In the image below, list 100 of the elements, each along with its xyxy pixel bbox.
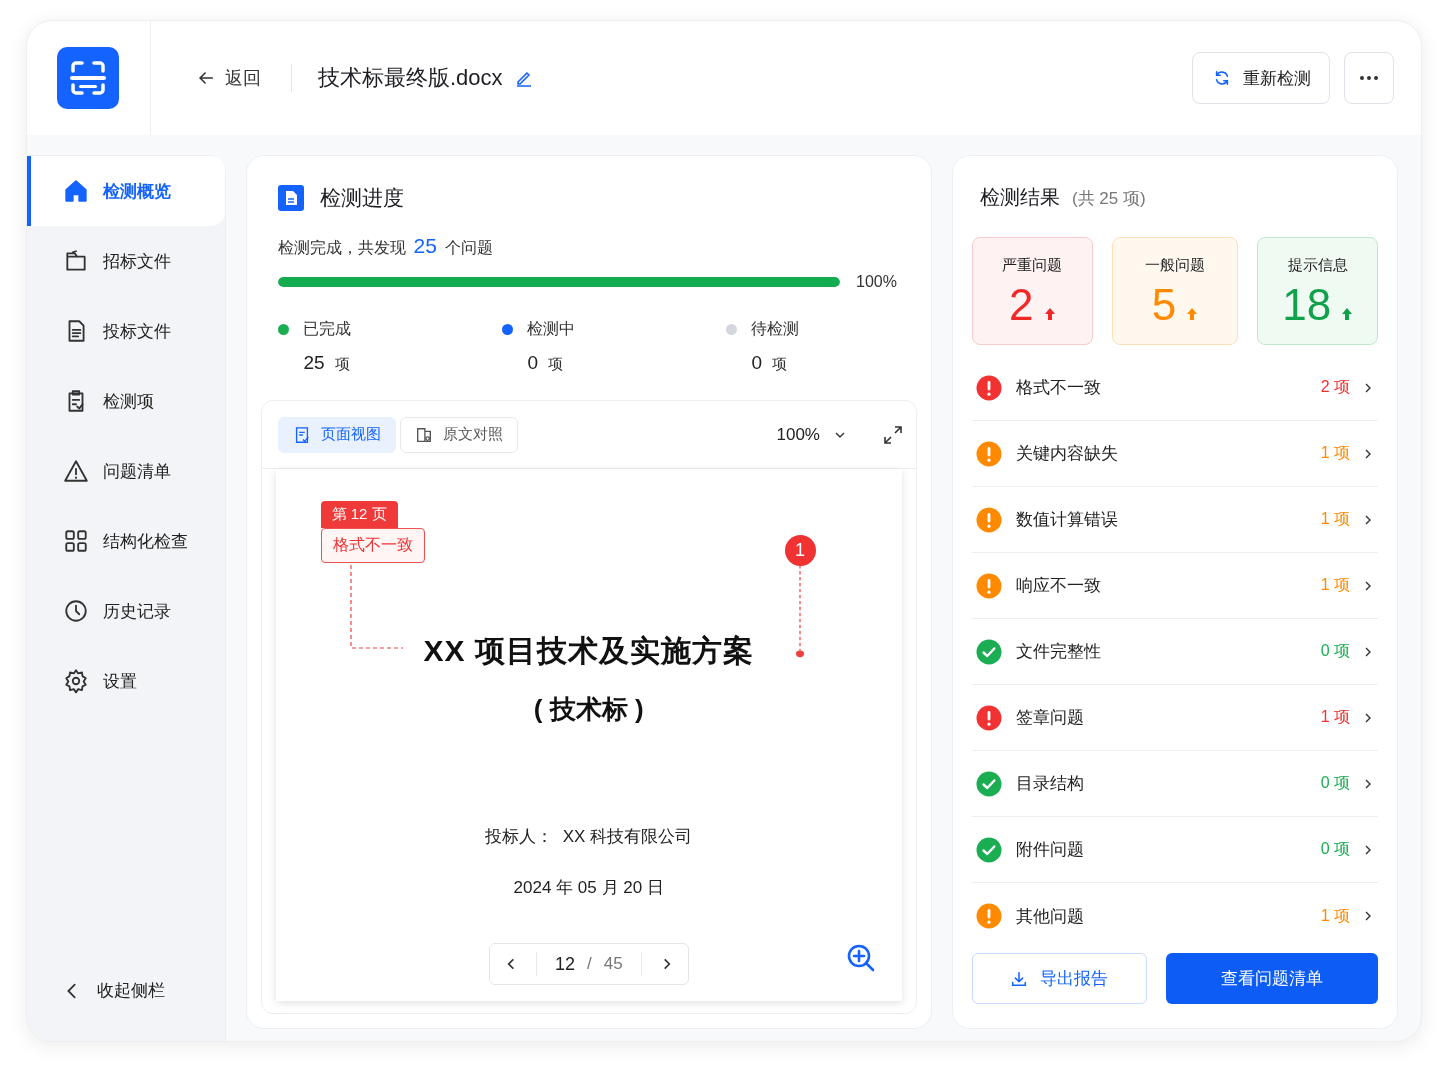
- unit-label: 项: [772, 355, 788, 374]
- summary-text: 检测完成，共发现: [277, 238, 406, 258]
- folder-icon: [63, 248, 89, 274]
- unit-label: 项: [334, 355, 350, 374]
- result-name: 目录结构: [1015, 773, 1085, 795]
- page-tag: 第 12 页: [320, 501, 398, 528]
- result-count: 1 项: [1320, 905, 1350, 926]
- status-count: 25: [303, 352, 325, 374]
- card-label: 一般问题: [1145, 256, 1205, 275]
- export-report-button[interactable]: 导出报告: [971, 953, 1147, 1004]
- more-icon: [1360, 76, 1378, 80]
- exclamation-circle-icon: [975, 506, 1002, 533]
- sidebar-item[interactable]: 结构化检查: [27, 506, 225, 576]
- card-value: 2: [1009, 283, 1034, 327]
- result-row[interactable]: 格式不一致 2 项: [971, 355, 1378, 421]
- document-icon: [277, 185, 304, 211]
- check-circle-icon: [975, 836, 1002, 863]
- current-page: 12: [554, 953, 575, 975]
- total-count: (共 25 项): [1071, 188, 1146, 210]
- check-circle-icon: [975, 638, 1002, 665]
- result-row[interactable]: 目录结构 0 项: [971, 751, 1378, 817]
- back-button[interactable]: 返回: [193, 62, 265, 94]
- card-label: 严重问题: [1002, 256, 1063, 275]
- result-count: 1 项: [1320, 509, 1350, 529]
- result-name: 文件完整性: [1015, 641, 1102, 663]
- zoom-in-icon[interactable]: [845, 943, 876, 973]
- result-count: 1 项: [1320, 707, 1350, 727]
- summary-card[interactable]: 严重问题 2: [971, 237, 1093, 345]
- status-count: 0: [527, 352, 539, 374]
- recheck-button[interactable]: 重新检测: [1192, 52, 1330, 104]
- sidebar-item[interactable]: 历史记录: [27, 576, 225, 646]
- result-count: 1 项: [1320, 575, 1350, 595]
- panel-title: 检测进度: [319, 185, 404, 211]
- result-row[interactable]: 附件问题 0 项: [971, 817, 1378, 883]
- sidebar-item[interactable]: 招标文件: [27, 226, 225, 296]
- result-name: 数值计算错误: [1015, 509, 1119, 531]
- result-name: 附件问题: [1015, 839, 1085, 861]
- warning-icon: [63, 458, 89, 484]
- up-arrow-icon: [1186, 307, 1199, 321]
- document-title: 技术标最终版.docx: [318, 64, 503, 92]
- status-label: 待检测: [750, 319, 799, 339]
- result-count: 1 项: [1320, 443, 1350, 463]
- result-row[interactable]: 数值计算错误 1 项: [971, 487, 1378, 553]
- result-name: 响应不一致: [1015, 575, 1102, 597]
- sidebar-item[interactable]: 投标文件: [27, 296, 225, 366]
- result-row[interactable]: 其他问题 1 项: [971, 883, 1378, 949]
- issue-marker[interactable]: 1: [784, 535, 816, 566]
- view-tab[interactable]: 原文对照: [399, 416, 518, 453]
- sidebar-item[interactable]: 检测项: [27, 366, 225, 436]
- download-icon: [1010, 969, 1029, 988]
- result-row[interactable]: 响应不一致 1 项: [971, 553, 1378, 619]
- zoom-dropdown[interactable]: 100%: [770, 423, 852, 446]
- summary-card[interactable]: 提示信息 18: [1257, 237, 1378, 345]
- result-count: 2 项: [1320, 377, 1350, 397]
- page-separator: /: [586, 954, 592, 974]
- result-count: 0 项: [1320, 839, 1350, 859]
- document-heading: XX 项目技术及实施方案: [423, 633, 754, 669]
- total-pages: 45: [603, 954, 623, 974]
- result-count: 0 项: [1320, 641, 1350, 661]
- result-name: 格式不一致: [1015, 377, 1102, 399]
- sidebar-item[interactable]: 检测概览: [27, 156, 225, 226]
- issue-tag[interactable]: 格式不一致: [320, 528, 425, 563]
- exclamation-circle-icon: [975, 704, 1002, 731]
- collapse-sidebar-button[interactable]: 收起侧栏: [27, 978, 225, 1003]
- home-icon: [63, 178, 89, 204]
- grid-icon: [63, 528, 89, 554]
- card-value: 18: [1282, 283, 1332, 327]
- back-arrow-icon: [197, 69, 215, 87]
- result-name: 签章问题: [1015, 707, 1085, 729]
- status-count: 0: [751, 352, 763, 374]
- result-count: 0 项: [1320, 773, 1350, 793]
- expand-icon[interactable]: [881, 423, 904, 446]
- sidebar-item[interactable]: 设置: [27, 646, 225, 716]
- view-issue-list-button[interactable]: 查看问题清单: [1165, 953, 1378, 1004]
- date-text: 2024 年 05 月 20 日: [513, 877, 664, 899]
- compare-icon: [414, 425, 433, 444]
- card-value: 5: [1151, 283, 1177, 327]
- summary-text: 个问题: [444, 238, 493, 258]
- settings-icon: [63, 668, 89, 694]
- summary-card[interactable]: 一般问题 5: [1111, 237, 1239, 345]
- card-label: 提示信息: [1287, 256, 1348, 275]
- panel-title: 检测结果: [979, 185, 1060, 210]
- bidder-text: 投标人： XX 科技有限公司: [485, 826, 693, 848]
- check-circle-icon: [975, 770, 1002, 797]
- result-row[interactable]: 关键内容缺失 1 项: [971, 421, 1378, 487]
- edit-icon[interactable]: [514, 69, 533, 87]
- view-tab[interactable]: 页面视图: [277, 416, 396, 453]
- up-arrow-icon: [1341, 307, 1354, 321]
- sidebar-item[interactable]: 问题清单: [27, 436, 225, 506]
- exclamation-circle-icon: [975, 374, 1002, 401]
- up-arrow-icon: [1043, 307, 1056, 321]
- status-label: 已完成: [302, 319, 351, 339]
- refresh-icon: [1213, 69, 1231, 87]
- result-row[interactable]: 文件完整性 0 项: [971, 619, 1378, 685]
- issue-count: 25: [413, 234, 437, 258]
- clock-icon: [63, 598, 89, 624]
- document-subheading: ( 技术标 ): [533, 693, 644, 726]
- result-row[interactable]: 签章问题 1 项: [971, 685, 1378, 751]
- unit-label: 项: [548, 355, 564, 374]
- result-name: 关键内容缺失: [1015, 443, 1119, 465]
